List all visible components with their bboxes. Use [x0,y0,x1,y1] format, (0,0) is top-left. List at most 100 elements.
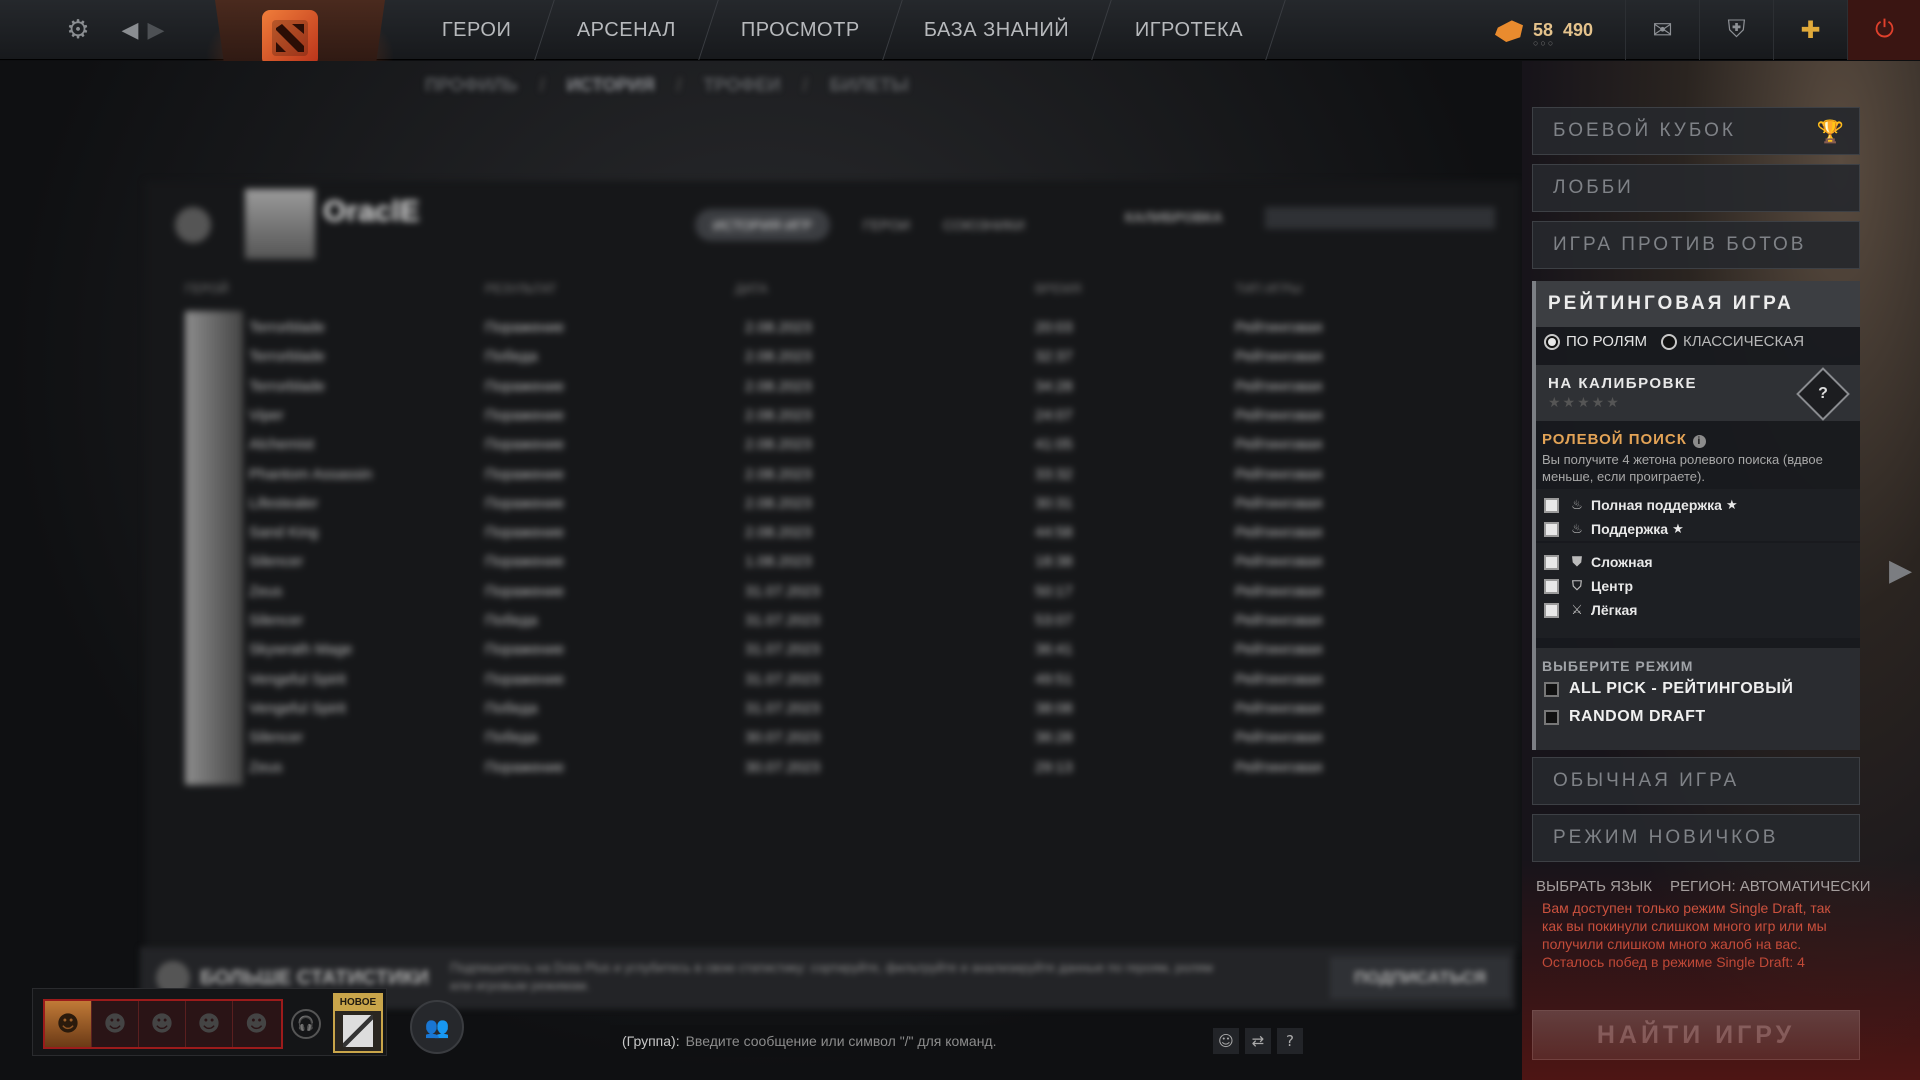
match-duration: 24:07 [1035,406,1073,424]
match-duration: 49:51 [1035,670,1073,688]
gear-icon[interactable]: ⚙ [60,12,96,48]
match-type: Рейтинговая [1235,319,1323,336]
match-type: Рейтинговая [1235,406,1323,424]
party-slot-empty[interactable]: ☻ [233,1001,280,1047]
checkbox[interactable] [1544,578,1559,594]
match-duration: 50:17 [1035,582,1073,600]
battle-cup-button[interactable]: БОЕВОЙ КУБОК 🏆 [1532,107,1860,155]
match-type: Рейтинговая [1235,582,1323,600]
mode-random-draft[interactable]: RANDOM DRAFT [1544,708,1706,726]
event-icon [343,1015,373,1047]
subnav-trophies[interactable]: ТРОФЕИ [704,75,781,96]
nav-armory[interactable]: АРСЕНАЛ [534,0,719,60]
power-icon[interactable]: ⏻ [1847,0,1920,60]
main-nav: ГЕРОИ АРСЕНАЛ ПРОСМОТР БАЗА ЗНАНИЙ ИГРОТ… [400,0,1286,60]
checkbox[interactable] [1544,497,1559,513]
friends-icon[interactable]: 👥 [410,1000,464,1054]
avatar [245,189,315,259]
party-slot-empty[interactable]: ☻ [139,1001,186,1047]
nav-arcade[interactable]: ИГРОТЕКА [1093,0,1286,60]
settings-icon[interactable] [175,207,211,243]
headset-icon[interactable]: 🎧 [291,1009,321,1039]
hero-name: Sand King [249,524,319,542]
play-panel: БОЕВОЙ КУБОК 🏆 ЛОББИ ИГРА ПРОТИВ БОТОВ Р… [1522,61,1920,1080]
new-event-badge[interactable]: НОВОЕ [333,993,383,1053]
tab-allies[interactable]: СОЮЗНИКИ [925,209,1043,241]
offlane-icon: ⛊ [1572,554,1582,570]
table-row[interactable]: Zeus Поражение 30.07.2023 29:13 Рейтинговая [185,750,1485,785]
nav-heroes[interactable]: ГЕРОИ [400,0,555,60]
hero-name: Silencer [249,612,304,629]
match-result: Поражение [485,524,565,542]
role-support[interactable]: ♨ Поддержка ★ [1544,519,1684,539]
new-player-button[interactable]: РЕЖИМ НОВИЧКОВ [1532,814,1860,862]
match-duration: 38:08 [1035,699,1073,717]
carry-icon: ⚔ [1571,602,1583,618]
tab-match-history[interactable]: ИСТОРИЯ ИГР [695,209,830,241]
hero-portrait [185,750,243,785]
ranked-title[interactable]: РЕЙТИНГОВАЯ ИГРА [1536,281,1860,327]
help-icon[interactable]: ? [1277,1028,1303,1054]
hero-name: Lifestealer [249,494,319,512]
subscribe-button[interactable]: ПОДПИСАТЬСЯ [1330,957,1510,999]
role-hard-support[interactable]: ♨ Полная поддержка ★ [1544,495,1738,515]
match-type: Рейтинговая [1235,729,1323,747]
match-type: Рейтинговая [1235,553,1323,571]
role-mid[interactable]: ⛉ Центр [1544,576,1633,596]
tab-heroes[interactable]: ГЕРОИ [845,209,928,241]
info-icon[interactable]: i [1692,435,1706,448]
party-slot-empty[interactable]: ☻ [92,1001,139,1047]
match-date: 31.07.2023 [745,670,821,688]
chat-bar: (Группа): ☺ ⇄ ? [610,1025,1303,1057]
checkbox[interactable] [1544,602,1559,618]
match-type: Рейтинговая [1235,699,1323,717]
chat-translate-icon[interactable]: ⇄ [1245,1028,1271,1054]
match-result: Поражение [485,641,565,659]
unranked-button[interactable]: ОБЫЧНАЯ ИГРА [1532,757,1860,805]
checkbox[interactable] [1544,521,1559,537]
chat-input[interactable] [685,1033,1207,1049]
dota-logo-icon[interactable] [262,10,318,66]
match-duration: 29:13 [1035,758,1073,776]
match-result: Поражение [485,758,565,776]
match-type: Рейтинговая [1235,494,1323,512]
subnav-profile[interactable]: ПРОФИЛЬ [425,75,518,96]
checkbox[interactable] [1544,709,1559,725]
radio-classic[interactable] [1660,333,1677,350]
find-game-button[interactable]: НАЙТИ ИГРУ [1532,1010,1860,1060]
subnav-history[interactable]: ИСТОРИЯ [567,75,655,96]
select-language[interactable]: ВЫБРАТЬ ЯЗЫК [1536,878,1652,895]
role-offlane[interactable]: ⛊ Сложная [1544,552,1653,572]
party-slot-empty[interactable]: ☻ [186,1001,233,1047]
subnav-tickets[interactable]: БИЛЕТЫ [830,75,909,96]
checkbox[interactable] [1544,681,1559,697]
match-type: Рейтинговая [1235,612,1323,629]
shards-currency[interactable]: 58 490 ○○○ [1495,10,1593,50]
lobby-button[interactable]: ЛОББИ [1532,164,1860,212]
role-carry[interactable]: ⚔ Лёгкая [1544,600,1637,620]
match-type: Рейтинговая [1235,436,1323,454]
checkbox[interactable] [1544,554,1559,570]
nav-learn[interactable]: БАЗА ЗНАНИЙ [882,0,1113,60]
match-date: 2.08.2023 [745,348,812,366]
arrow-right-icon[interactable]: ▶ [138,12,174,48]
bots-button[interactable]: ИГРА ПРОТИВ БОТОВ [1532,221,1860,269]
party-slot-self[interactable]: ☻ [45,1001,92,1047]
match-date: 2.08.2023 [745,524,812,542]
mode-all-pick-ranked[interactable]: ALL PICK - РЕЙТИНГОВЫЙ [1544,680,1793,698]
match-duration: 30:31 [1035,494,1073,512]
region-select[interactable]: РЕГИОН: АВТОМАТИЧЕСКИ [1670,878,1871,895]
radio-roles[interactable] [1544,333,1560,350]
dota-plus-icon[interactable]: ✚ [1773,0,1847,60]
arrow-right-icon[interactable]: ▶ [1889,553,1912,588]
match-result: Победа [485,612,538,629]
emoji-icon[interactable]: ☺ [1213,1028,1239,1054]
mail-icon[interactable]: ✉ [1625,0,1699,60]
ranked-type-radios: ПО РОЛЯМ КЛАССИЧЕСКАЯ [1544,333,1818,350]
shield-icon[interactable]: ⛨ [1699,0,1773,60]
match-date: 30.07.2023 [745,758,821,776]
currency-b: 490 [1563,19,1594,40]
ranked-section: РЕЙТИНГОВАЯ ИГРА ПО РОЛЯМ КЛАССИЧЕСКАЯ Н… [1532,281,1860,750]
nav-watch[interactable]: ПРОСМОТР [698,0,903,60]
calibration-bar [1265,207,1495,229]
